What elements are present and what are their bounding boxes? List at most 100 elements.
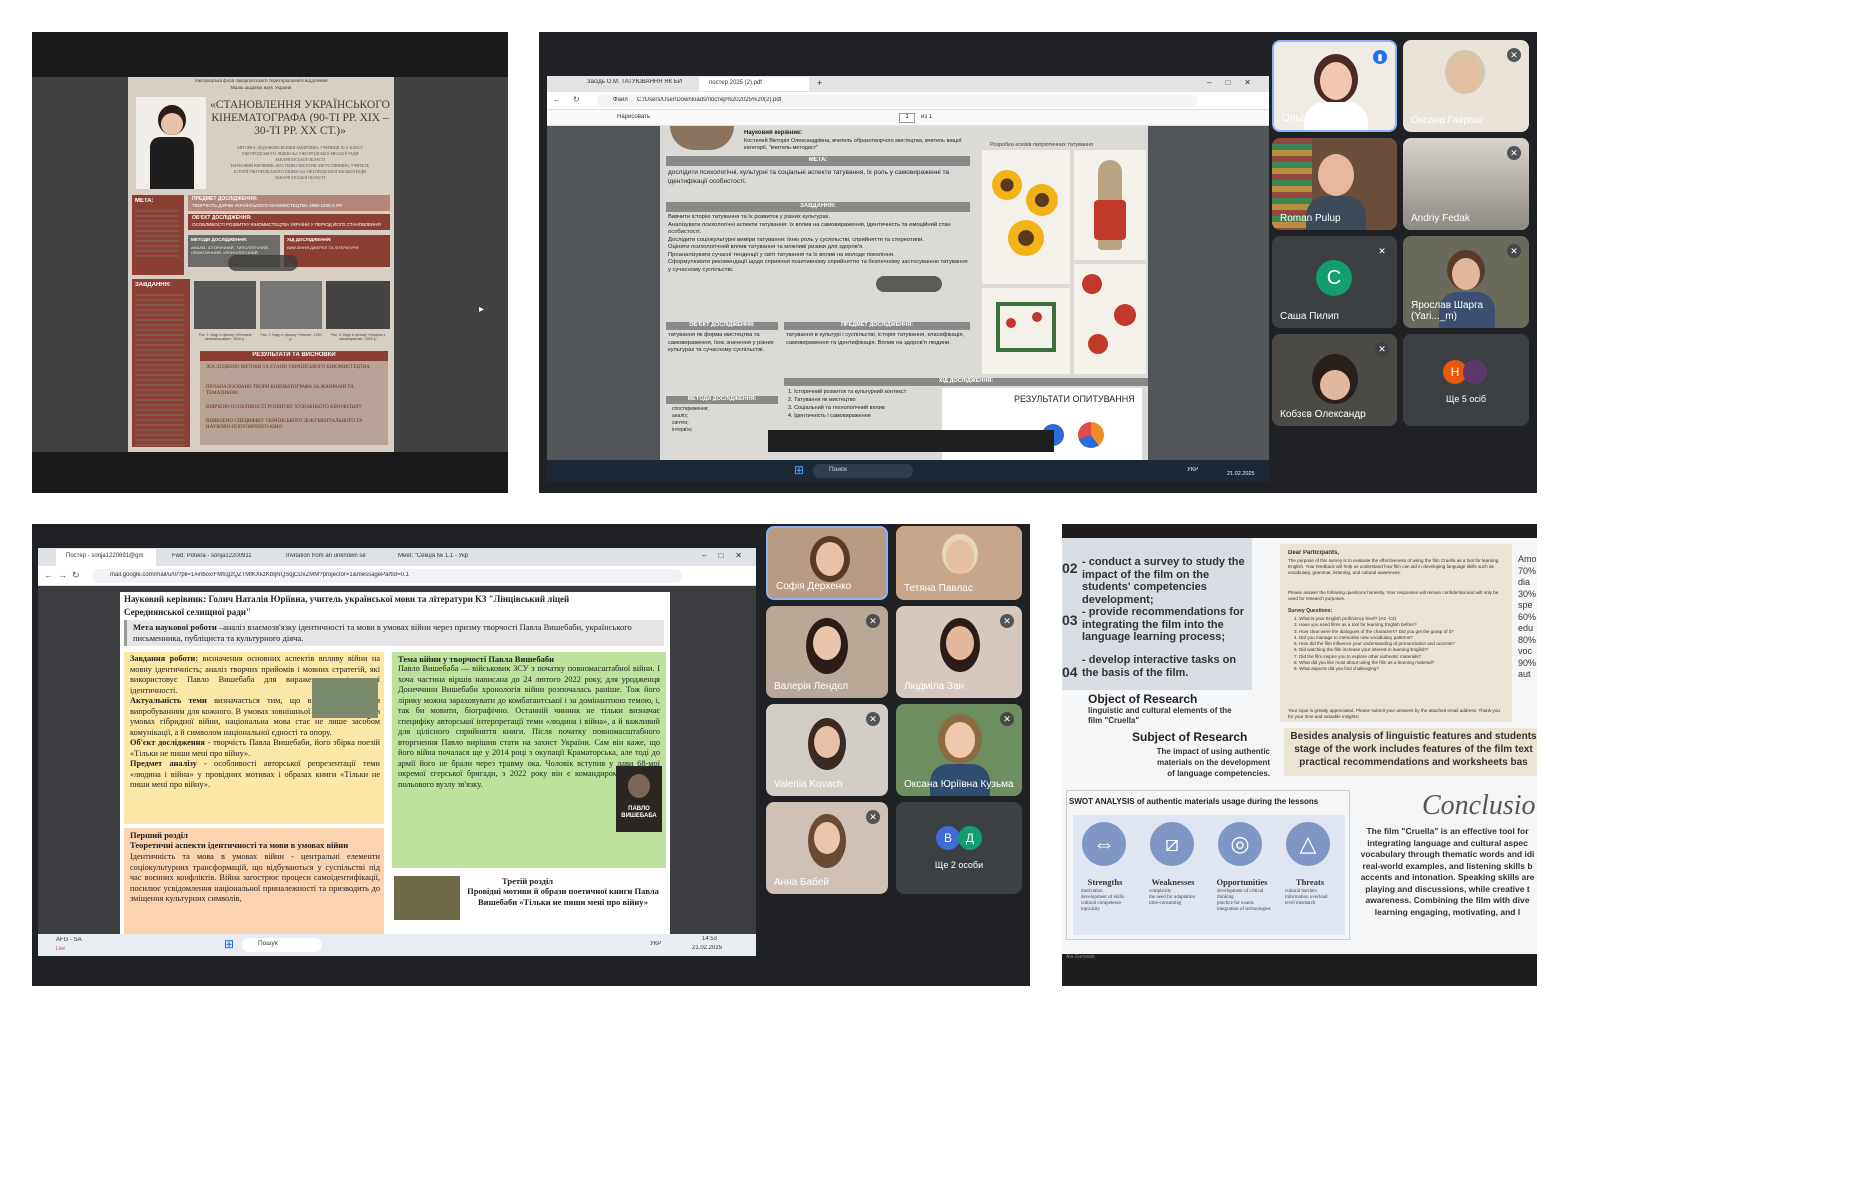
- taskbar-search[interactable]: Поиск: [813, 464, 913, 478]
- panel-tattoo-poster-screen: Засідь О.М. ТАТУЮВАННЯ ЯК БИ постер 2025…: [539, 32, 1537, 493]
- participant-tile[interactable]: Кобзєв Олександр ✕: [1272, 334, 1397, 426]
- mic-off-icon: ✕: [1375, 244, 1389, 258]
- back-icon[interactable]: ←: [553, 95, 561, 104]
- target-icon: ◎: [1215, 819, 1265, 869]
- tab-bar: Постер - sonja1220691@gm Fwd: Poteira - …: [38, 548, 756, 566]
- motanka-illustration: [1074, 150, 1146, 260]
- participant-tile[interactable]: Roman Pulup: [1272, 138, 1397, 230]
- third-section-box: Третій розділ Провідні мотиви й образи п…: [392, 876, 666, 934]
- zavd-box: ЗАВДАННЯ:: [132, 279, 190, 447]
- film-still-2: [260, 281, 322, 329]
- windows-taskbar: AFG - SA Live ⊞ Пошук УКР 14:53 21.02.20…: [38, 934, 756, 956]
- url-field[interactable]: mail.google.com/mail/u/0/?pli=1#inbox/FM…: [92, 569, 682, 583]
- participant-tile[interactable]: Valeriia Kovach ✕: [766, 704, 888, 796]
- tasks-list: Вивчити історію татування та їх розвиток…: [668, 214, 968, 273]
- stats-fragment: Amo 70% dia 30% spe 60% edu 80% voc 90% …: [1518, 554, 1537, 679]
- sunflowers-illustration: [982, 150, 1070, 284]
- book-cover: ПАВЛО ВИШЕБАБА: [616, 766, 662, 832]
- soldier-photo: [394, 876, 460, 920]
- tab-1[interactable]: Постер - sonja1220691@gm: [56, 549, 156, 566]
- poster-header-line-1: Ужгородська філія Закарпатського територ…: [194, 79, 328, 84]
- embroidery-illustration: [1074, 264, 1146, 374]
- panel-vyshebaba-poster-screen: Постер - sonja1220691@gm Fwd: Poteira - …: [32, 524, 1030, 986]
- participant-tile[interactable]: Тетяна Павлас: [896, 526, 1022, 600]
- meet-controls-overlay[interactable]: [876, 276, 942, 292]
- poster-document: Науковий керівник: Голич Наталія Юріївна…: [120, 592, 670, 934]
- second-section-box: Тема війни у творчості Павла Вишебаби Па…: [392, 652, 666, 868]
- pdf-canvas: Науковий керівник: Костелей Вікторія Оле…: [547, 126, 1269, 460]
- first-section-box: Перший розділ Теоретичні аспекти ідентич…: [124, 828, 384, 934]
- poster: Ужгородська філія Закарпатського територ…: [128, 77, 394, 452]
- more-participants-tile[interactable]: H Ще 5 осіб: [1403, 334, 1529, 426]
- forward-icon[interactable]: →: [58, 570, 67, 580]
- weather-widget[interactable]: AFG - SA: [56, 937, 82, 943]
- poster-header-line-2: Малої академії наук України: [230, 86, 292, 91]
- gmail-background: Науковий керівник: Голич Наталія Юріївна…: [38, 586, 756, 934]
- more-participants-tile[interactable]: В Д Ще 2 особи: [896, 802, 1022, 894]
- goal-box: Мета наукової роботи –аналіз взаємозв'яз…: [124, 620, 664, 646]
- author-photo: [312, 678, 378, 718]
- swot-section: SWOT ANALYSIS of authentic materials usa…: [1066, 790, 1350, 940]
- refresh-icon[interactable]: ↻: [72, 570, 80, 581]
- window-controls[interactable]: –□✕: [702, 551, 754, 560]
- participant-tile[interactable]: Оксана Гаврош ✕: [1403, 40, 1529, 132]
- viburnum-illustration: [982, 288, 1070, 374]
- address-bar: ← → ↻ mail.google.com/mail/u/0/?pli=1#in…: [38, 566, 756, 586]
- poster-title: «СТАНОВЛЕННЯ УКРАЇНСЬКОГО КІНЕМАТОГРАФА …: [210, 99, 390, 137]
- windows-start-icon[interactable]: ⊞: [794, 463, 804, 477]
- participant-tile[interactable]: C Саша Пилип ✕: [1272, 236, 1397, 328]
- page-number-input[interactable]: 1: [899, 113, 915, 123]
- tasks-box: Завдання роботи: визначення основних асп…: [124, 652, 384, 824]
- participant-tile[interactable]: Анна Бабей ✕: [766, 802, 888, 894]
- windows-start-icon[interactable]: ⊞: [224, 937, 234, 951]
- panel-cruella-poster-screen: 02 03 04 - conduct a survey to study the…: [1062, 524, 1537, 986]
- tab-3[interactable]: Invitation from an unknown se: [286, 553, 382, 559]
- avatar: [1463, 360, 1487, 384]
- participant-tile[interactable]: Andriy Fedak ✕: [1403, 138, 1529, 230]
- participant-tile[interactable]: Ольга Заєць ▮: [1272, 40, 1397, 132]
- survey-document: Dear Participants, The purpose of this s…: [1280, 544, 1512, 722]
- cursor-icon: ▸: [479, 304, 485, 315]
- mic-off-icon: ✕: [1507, 244, 1521, 258]
- tab-1[interactable]: Засідь О.М. ТАТУЮВАННЯ ЯК БИ: [587, 79, 692, 85]
- participant-tile[interactable]: Оксана Юріївна Кузьма ✕: [896, 704, 1022, 796]
- taskbar-search[interactable]: Пошук: [242, 938, 322, 952]
- tab-2[interactable]: Fwd: Poteira - sonja12200911: [172, 553, 268, 559]
- meet-controls-overlay[interactable]: [228, 255, 298, 271]
- refresh-icon[interactable]: ↻: [573, 95, 580, 104]
- meta-box: МЕТА:: [132, 195, 184, 275]
- author-photo: [136, 97, 206, 189]
- predmet-box: ПРЕДМЕТ ДОСЛІДЖЕННЯ: ТВОРЧІСТЬ ДІЯЧІВ УК…: [188, 195, 390, 211]
- tab-bar: Засідь О.М. ТАТУЮВАННЯ ЯК БИ постер 2025…: [547, 76, 1269, 92]
- participant-tile[interactable]: Софія Дерхенко: [766, 526, 888, 600]
- mic-off-icon: ✕: [1375, 342, 1389, 356]
- mic-off-icon: ✕: [866, 614, 880, 628]
- participant-tile[interactable]: Валерія Лендєл ✕: [766, 606, 888, 698]
- mic-off-icon: ✕: [1000, 712, 1014, 726]
- film-still-1: [194, 281, 256, 329]
- speaking-indicator-icon: ▮: [1373, 50, 1387, 64]
- participant-tile[interactable]: Людміла Зан ✕: [896, 606, 1022, 698]
- address-bar: ← ↻ Файл C:/Users/User/Downloads/постер%…: [547, 92, 1269, 110]
- windows-taskbar: ⊞ Поиск УКР 21.02.2025: [547, 460, 1269, 482]
- mic-off-icon: ✕: [1507, 146, 1521, 160]
- dark-redaction-bar: [768, 430, 1054, 452]
- tab-4[interactable]: Meet: "Секція № 1.1 - Укр: [398, 553, 498, 559]
- author-info: АВТОРКА: ДОДОНОВА КСЕНІЯ АНДРІЇВНА, УЧЕН…: [230, 145, 370, 180]
- draw-button[interactable]: Нарисовать: [617, 114, 650, 120]
- mic-off-icon: ✕: [866, 712, 880, 726]
- panel-history-poster-screen: Ужгородська філія Закарпатського територ…: [32, 32, 508, 493]
- avatar: Д: [958, 826, 982, 850]
- url-field[interactable]: Файл C:/Users/User/Downloads/постер%2020…: [597, 95, 1197, 107]
- avatar: В: [936, 826, 960, 850]
- new-tab-icon[interactable]: +: [817, 78, 822, 88]
- mic-off-icon: ✕: [866, 810, 880, 824]
- dumbbell-icon: ⇔: [1079, 819, 1129, 869]
- participant-tile[interactable]: Ярослав Шарга (Yari..._m) ✕: [1403, 236, 1529, 328]
- window-controls[interactable]: –□✕: [1207, 78, 1265, 87]
- edge-browser: Засідь О.М. ТАТУЮВАННЯ ЯК БИ постер 2025…: [547, 76, 1269, 460]
- tattoo-poster: Науковий керівник: Костелей Вікторія Оле…: [660, 126, 1148, 460]
- tab-2[interactable]: постер 2025 (2).pdf: [699, 77, 809, 91]
- back-icon[interactable]: ←: [44, 570, 53, 580]
- hid-box: ХІД ДОСЛІДЖЕННЯ: ВИВЧЕННЯ ДЖЕРЕЛ ТА ЛІТЕ…: [284, 235, 390, 267]
